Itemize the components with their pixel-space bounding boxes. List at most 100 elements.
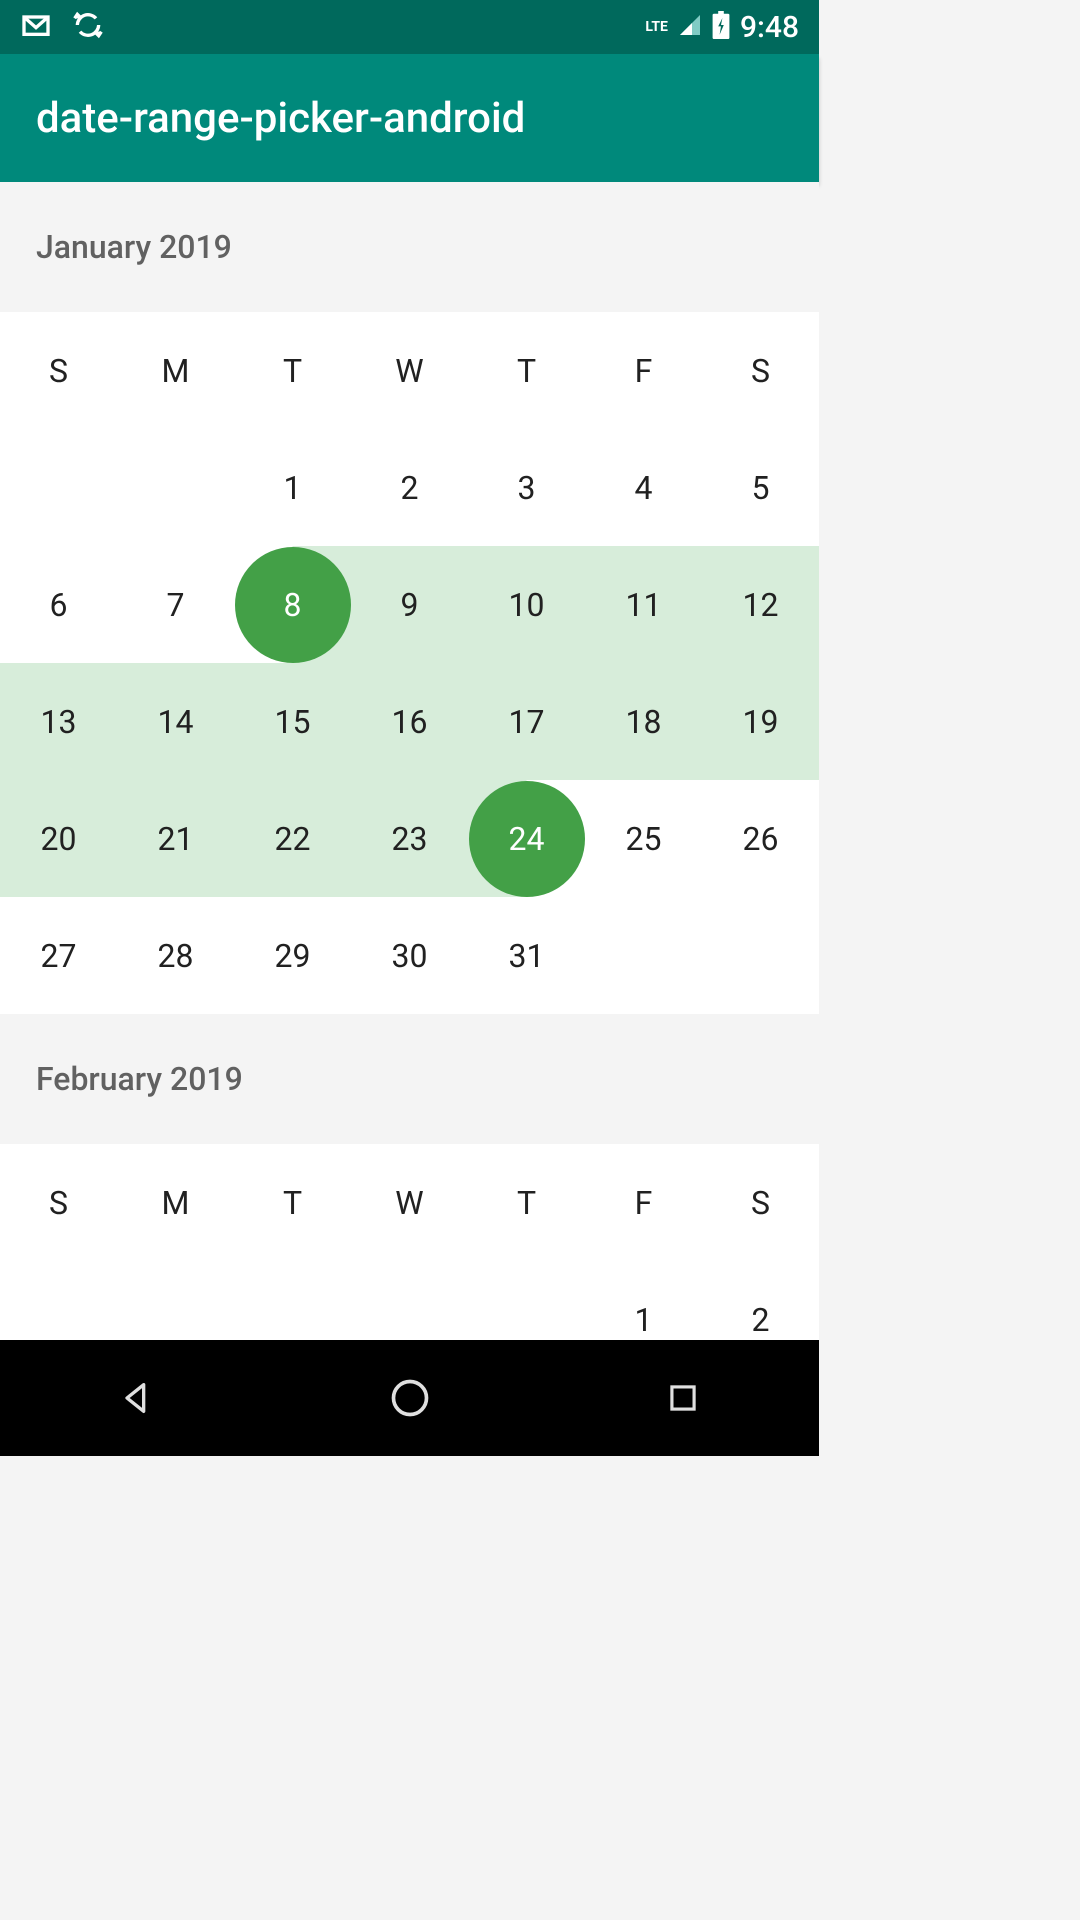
day-number: 27 (41, 937, 77, 975)
day-number: 28 (158, 937, 194, 975)
day-cell[interactable]: 12 (702, 546, 819, 663)
day-number: 26 (743, 820, 779, 858)
day-cell[interactable]: 5 (702, 429, 819, 546)
day-number: 25 (626, 820, 662, 858)
day-cell[interactable]: 13 (0, 663, 117, 780)
week-row: 13 14 15 16 17 18 19 (0, 663, 819, 780)
weekday-cell: S (702, 312, 819, 429)
day-number: 21 (158, 820, 194, 858)
day-cell[interactable]: 9 (351, 546, 468, 663)
day-cell[interactable]: 25 (585, 780, 702, 897)
day-cell[interactable]: 23 (351, 780, 468, 897)
weekday-cell: S (0, 1144, 117, 1261)
day-cell[interactable]: 6 (0, 546, 117, 663)
week-row: 6 7 8 9 10 11 12 (0, 546, 819, 663)
day-number: 23 (392, 820, 428, 858)
day-cell[interactable]: 8 (234, 546, 351, 663)
day-cell[interactable]: 27 (0, 897, 117, 1014)
month-header: January 2019 (0, 182, 819, 312)
day-cell[interactable]: 15 (234, 663, 351, 780)
day-number: 17 (509, 703, 545, 741)
nav-recent-button[interactable] (658, 1373, 708, 1423)
weekday-cell: T (234, 312, 351, 429)
calendar-scroll[interactable]: January 2019SMTWTFS123456789101112131415… (0, 182, 819, 1378)
status-right-icons: LTE 9:48 (645, 10, 799, 45)
weekday-cell: T (468, 312, 585, 429)
day-cell[interactable]: 16 (351, 663, 468, 780)
sync-icon (72, 9, 104, 45)
day-cell[interactable]: 17 (468, 663, 585, 780)
day-cell[interactable]: 7 (117, 546, 234, 663)
weekday-row: SMTWTFS (0, 1144, 819, 1261)
day-cell[interactable]: 18 (585, 663, 702, 780)
day-cell[interactable]: 21 (117, 780, 234, 897)
day-number: 13 (41, 703, 77, 741)
week-row: 27 28 29 30 31 (0, 897, 819, 1014)
day-cell[interactable]: 3 (468, 429, 585, 546)
weekday-cell: S (0, 312, 117, 429)
weekday-cell: S (702, 1144, 819, 1261)
range-end-marker: 24 (469, 781, 585, 897)
day-number: 7 (167, 586, 185, 624)
battery-charging-icon (712, 11, 730, 43)
app-title: date-range-picker-android (36, 94, 525, 143)
nav-bar (0, 1340, 819, 1456)
weekday-cell: T (234, 1144, 351, 1261)
day-number: 5 (752, 469, 770, 507)
day-number: 1 (284, 469, 302, 507)
weekday-cell: W (351, 312, 468, 429)
day-cell[interactable]: 10 (468, 546, 585, 663)
day-cell[interactable]: 11 (585, 546, 702, 663)
day-number: 14 (158, 703, 194, 741)
day-number: 22 (275, 820, 311, 858)
day-cell[interactable]: 1 (234, 429, 351, 546)
day-number: 19 (743, 703, 779, 741)
nav-home-button[interactable] (385, 1373, 435, 1423)
day-number: 3 (518, 469, 536, 507)
day-number: 6 (50, 586, 68, 624)
day-number: 11 (626, 586, 662, 624)
day-cell[interactable]: 30 (351, 897, 468, 1014)
gmail-icon (20, 9, 52, 45)
weekday-cell: M (117, 1144, 234, 1261)
week-row: 20 21 22 23 24 25 26 (0, 780, 819, 897)
weekday-cell: F (585, 312, 702, 429)
day-cell[interactable]: 29 (234, 897, 351, 1014)
day-cell[interactable]: 2 (351, 429, 468, 546)
day-number: 12 (743, 586, 779, 624)
day-cell[interactable]: 19 (702, 663, 819, 780)
day-cell[interactable]: 24 (468, 780, 585, 897)
day-number: 10 (509, 586, 545, 624)
day-number: 20 (41, 820, 77, 858)
day-cell[interactable]: 14 (117, 663, 234, 780)
day-cell[interactable]: 20 (0, 780, 117, 897)
month-title: February 2019 (36, 1060, 243, 1098)
status-bar: LTE 9:48 (0, 0, 819, 54)
day-number: 18 (626, 703, 662, 741)
day-cell[interactable]: 22 (234, 780, 351, 897)
weekday-cell: F (585, 1144, 702, 1261)
day-number: 2 (752, 1301, 770, 1339)
day-cell[interactable]: 4 (585, 429, 702, 546)
signal-icon (678, 13, 702, 41)
app-bar: date-range-picker-android (0, 54, 819, 182)
day-cell-empty (702, 897, 819, 1014)
day-cell[interactable]: 28 (117, 897, 234, 1014)
day-cell[interactable]: 31 (468, 897, 585, 1014)
day-number: 2 (401, 469, 419, 507)
day-number: 16 (392, 703, 428, 741)
network-label: LTE (645, 19, 668, 35)
day-cell-empty (0, 429, 117, 546)
month-header: February 2019 (0, 1014, 819, 1144)
day-number: 9 (401, 586, 419, 624)
day-number: 30 (392, 937, 428, 975)
day-number: 4 (635, 469, 653, 507)
day-cell-empty (117, 429, 234, 546)
day-cell[interactable]: 26 (702, 780, 819, 897)
range-start-marker: 8 (235, 547, 351, 663)
weekday-cell: W (351, 1144, 468, 1261)
nav-back-button[interactable] (112, 1373, 162, 1423)
weekday-cell: T (468, 1144, 585, 1261)
day-number: 31 (509, 937, 545, 975)
day-number: 29 (275, 937, 311, 975)
